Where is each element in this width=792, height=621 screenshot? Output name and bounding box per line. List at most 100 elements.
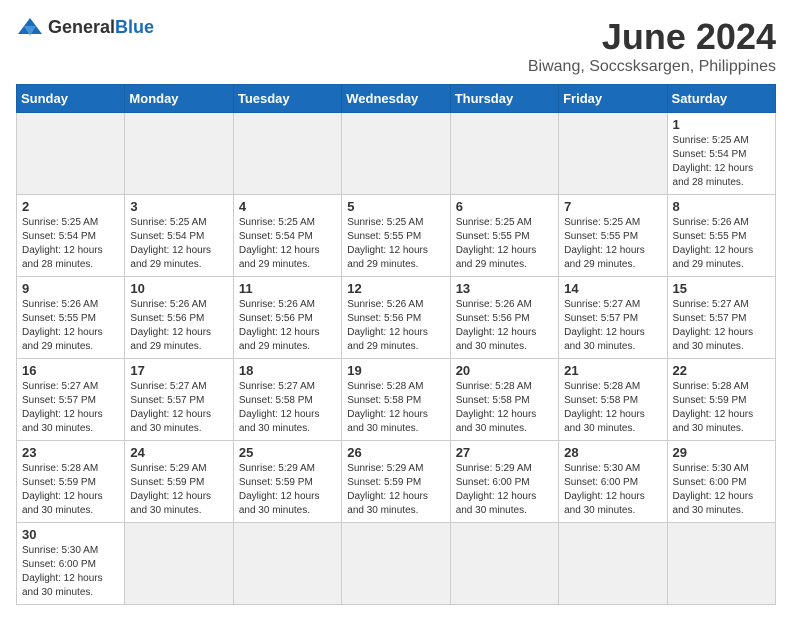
day-info: Sunrise: 5:25 AM Sunset: 5:55 PM Dayligh… <box>564 216 661 272</box>
header: GeneralBlue June 2024 Biwang, Soccsksarg… <box>16 16 776 76</box>
calendar-cell: 5 Sunrise: 5:25 AM Sunset: 5:55 PM Daylig… <box>342 195 450 277</box>
calendar-cell: 16Sunrise: 5:27 AM Sunset: 5:57 PM Dayli… <box>17 359 125 441</box>
calendar-cell: 18Sunrise: 5:27 AM Sunset: 5:58 PM Dayli… <box>233 359 341 441</box>
day-number: 6 <box>456 199 553 214</box>
day-number: 15 <box>673 281 770 296</box>
header-tuesday: Tuesday <box>233 85 341 113</box>
header-row: SundayMondayTuesdayWednesdayThursdayFrid… <box>17 85 776 113</box>
day-info: Sunrise: 5:25 AM Sunset: 5:55 PM Dayligh… <box>347 216 444 272</box>
logo-blue: Blue <box>115 17 154 37</box>
calendar-cell <box>450 113 558 195</box>
calendar-cell: 14 Sunrise: 5:27 AM Sunset: 5:57 PM Dayli… <box>559 277 667 359</box>
calendar-cell: 25Sunrise: 5:29 AM Sunset: 5:59 PM Dayli… <box>233 441 341 523</box>
day-number: 24 <box>130 445 227 460</box>
day-number: 29 <box>673 445 770 460</box>
calendar-cell: 2Sunrise: 5:25 AM Sunset: 5:54 PM Daylig… <box>17 195 125 277</box>
calendar-cell: 24 Sunrise: 5:29 AM Sunset: 5:59 PM Dayli… <box>125 441 233 523</box>
calendar-cell: 13 Sunrise: 5:26 AM Sunset: 5:56 PM Dayli… <box>450 277 558 359</box>
calendar-cell: 15 Sunrise: 5:27 AM Sunset: 5:57 PM Dayli… <box>667 277 775 359</box>
week-row-2: 2Sunrise: 5:25 AM Sunset: 5:54 PM Daylig… <box>17 195 776 277</box>
day-info: Sunrise: 5:25 AM Sunset: 5:54 PM Dayligh… <box>673 134 770 190</box>
day-number: 21 <box>564 363 661 378</box>
month-title: June 2024 <box>528 16 776 58</box>
header-saturday: Saturday <box>667 85 775 113</box>
day-number: 7 <box>564 199 661 214</box>
header-thursday: Thursday <box>450 85 558 113</box>
calendar-cell: 28Sunrise: 5:30 AM Sunset: 6:00 PM Dayli… <box>559 441 667 523</box>
day-number: 10 <box>130 281 227 296</box>
day-info: Sunrise: 5:28 AM Sunset: 5:58 PM Dayligh… <box>564 380 661 436</box>
day-number: 1 <box>673 117 770 132</box>
day-info: Sunrise: 5:30 AM Sunset: 6:00 PM Dayligh… <box>673 462 770 518</box>
calendar-cell <box>342 113 450 195</box>
calendar-cell: 3Sunrise: 5:25 AM Sunset: 5:54 PM Daylig… <box>125 195 233 277</box>
calendar-cell <box>559 113 667 195</box>
day-info: Sunrise: 5:30 AM Sunset: 6:00 PM Dayligh… <box>22 544 119 600</box>
day-number: 8 <box>673 199 770 214</box>
day-info: Sunrise: 5:29 AM Sunset: 5:59 PM Dayligh… <box>130 462 227 518</box>
day-number: 12 <box>347 281 444 296</box>
calendar-cell <box>125 523 233 605</box>
day-info: Sunrise: 5:27 AM Sunset: 5:57 PM Dayligh… <box>673 298 770 354</box>
day-info: Sunrise: 5:26 AM Sunset: 5:56 PM Dayligh… <box>456 298 553 354</box>
day-info: Sunrise: 5:25 AM Sunset: 5:54 PM Dayligh… <box>22 216 119 272</box>
calendar-cell <box>342 523 450 605</box>
calendar-cell: 17 Sunrise: 5:27 AM Sunset: 5:57 PM Dayli… <box>125 359 233 441</box>
week-row-6: 30Sunrise: 5:30 AM Sunset: 6:00 PM Dayli… <box>17 523 776 605</box>
day-number: 9 <box>22 281 119 296</box>
day-info: Sunrise: 5:28 AM Sunset: 5:59 PM Dayligh… <box>673 380 770 436</box>
day-info: Sunrise: 5:28 AM Sunset: 5:59 PM Dayligh… <box>22 462 119 518</box>
calendar-cell: 9 Sunrise: 5:26 AM Sunset: 5:55 PM Daylig… <box>17 277 125 359</box>
day-number: 4 <box>239 199 336 214</box>
day-info: Sunrise: 5:26 AM Sunset: 5:56 PM Dayligh… <box>347 298 444 354</box>
day-number: 26 <box>347 445 444 460</box>
header-wednesday: Wednesday <box>342 85 450 113</box>
day-number: 3 <box>130 199 227 214</box>
calendar-cell: 30Sunrise: 5:30 AM Sunset: 6:00 PM Dayli… <box>17 523 125 605</box>
day-info: Sunrise: 5:25 AM Sunset: 5:54 PM Dayligh… <box>239 216 336 272</box>
day-info: Sunrise: 5:25 AM Sunset: 5:55 PM Dayligh… <box>456 216 553 272</box>
day-info: Sunrise: 5:29 AM Sunset: 6:00 PM Dayligh… <box>456 462 553 518</box>
day-number: 16 <box>22 363 119 378</box>
week-row-1: 1 Sunrise: 5:25 AM Sunset: 5:54 PM Daylig… <box>17 113 776 195</box>
day-number: 18 <box>239 363 336 378</box>
calendar-cell: 6 Sunrise: 5:25 AM Sunset: 5:55 PM Daylig… <box>450 195 558 277</box>
calendar-cell: 11 Sunrise: 5:26 AM Sunset: 5:56 PM Dayli… <box>233 277 341 359</box>
logo: GeneralBlue <box>16 16 154 38</box>
header-monday: Monday <box>125 85 233 113</box>
day-info: Sunrise: 5:26 AM Sunset: 5:56 PM Dayligh… <box>239 298 336 354</box>
calendar-cell <box>667 523 775 605</box>
day-info: Sunrise: 5:27 AM Sunset: 5:57 PM Dayligh… <box>130 380 227 436</box>
day-number: 23 <box>22 445 119 460</box>
day-number: 22 <box>673 363 770 378</box>
week-row-4: 16 Sunrise: 5:27 AM Sunset: 5:57 PM Dayli… <box>17 359 776 441</box>
calendar-table: SundayMondayTuesdayWednesdayThursdayFrid… <box>16 84 776 605</box>
calendar-cell <box>450 523 558 605</box>
title-area: June 2024 Biwang, Soccsksargen, Philippi… <box>528 16 776 76</box>
calendar-cell: 29 Sunrise: 5:30 AM Sunset: 6:00 PM Dayli… <box>667 441 775 523</box>
calendar-cell: 21 Sunrise: 5:28 AM Sunset: 5:58 PM Dayli… <box>559 359 667 441</box>
week-row-3: 9 Sunrise: 5:26 AM Sunset: 5:55 PM Daylig… <box>17 277 776 359</box>
day-number: 27 <box>456 445 553 460</box>
day-info: Sunrise: 5:29 AM Sunset: 5:59 PM Dayligh… <box>347 462 444 518</box>
logo-icon <box>16 16 44 38</box>
calendar-cell <box>233 523 341 605</box>
logo-general: General <box>48 17 115 37</box>
day-info: Sunrise: 5:28 AM Sunset: 5:58 PM Dayligh… <box>456 380 553 436</box>
calendar-cell: 1 Sunrise: 5:25 AM Sunset: 5:54 PM Daylig… <box>667 113 775 195</box>
calendar-cell <box>125 113 233 195</box>
day-number: 13 <box>456 281 553 296</box>
day-info: Sunrise: 5:26 AM Sunset: 5:56 PM Dayligh… <box>130 298 227 354</box>
day-number: 17 <box>130 363 227 378</box>
day-number: 20 <box>456 363 553 378</box>
calendar-cell <box>233 113 341 195</box>
day-number: 14 <box>564 281 661 296</box>
day-number: 5 <box>347 199 444 214</box>
location-title: Biwang, Soccsksargen, Philippines <box>528 58 776 76</box>
calendar-cell: 26 Sunrise: 5:29 AM Sunset: 5:59 PM Dayli… <box>342 441 450 523</box>
day-info: Sunrise: 5:27 AM Sunset: 5:57 PM Dayligh… <box>564 298 661 354</box>
day-info: Sunrise: 5:26 AM Sunset: 5:55 PM Dayligh… <box>22 298 119 354</box>
calendar-cell: 7 Sunrise: 5:25 AM Sunset: 5:55 PM Daylig… <box>559 195 667 277</box>
header-friday: Friday <box>559 85 667 113</box>
day-number: 11 <box>239 281 336 296</box>
